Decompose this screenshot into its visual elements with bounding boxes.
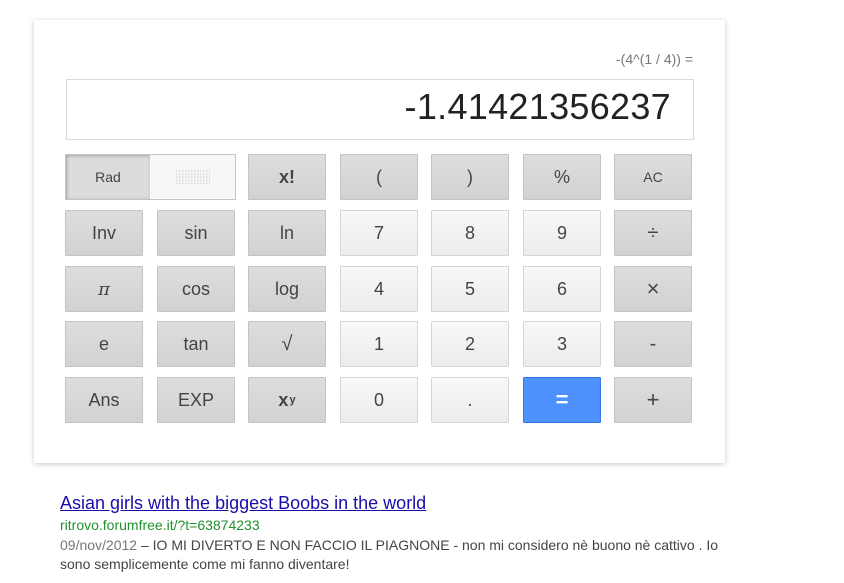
- open-paren-button[interactable]: (: [340, 154, 418, 200]
- decimal-button[interactable]: .: [431, 377, 509, 423]
- divide-button[interactable]: ÷: [614, 210, 692, 256]
- result-snippet: 09/nov/2012 – IO MI DIVERTO E NON FACCIO…: [60, 536, 720, 574]
- e-button[interactable]: e: [65, 321, 143, 367]
- digit-6-button[interactable]: 6: [523, 266, 601, 312]
- search-result: Asian girls with the biggest Boobs in th…: [60, 492, 720, 574]
- cos-button[interactable]: cos: [157, 266, 235, 312]
- all-clear-button[interactable]: AC: [614, 154, 692, 200]
- exp-button[interactable]: EXP: [157, 377, 235, 423]
- factorial-button[interactable]: x!: [248, 154, 326, 200]
- inv-button[interactable]: Inv: [65, 210, 143, 256]
- log-button[interactable]: log: [248, 266, 326, 312]
- digit-8-button[interactable]: 8: [431, 210, 509, 256]
- digit-2-button[interactable]: 2: [431, 321, 509, 367]
- angle-mode-toggle[interactable]: Rad: [65, 154, 236, 200]
- calculator-display-value: -1.41421356237: [404, 86, 671, 127]
- percent-button[interactable]: %: [523, 154, 601, 200]
- sin-button[interactable]: sin: [157, 210, 235, 256]
- multiply-button[interactable]: ×: [614, 266, 692, 312]
- result-url: ritrovo.forumfree.it/?t=63874233: [60, 517, 260, 533]
- deg-mode-button[interactable]: [150, 155, 235, 199]
- result-title-link[interactable]: Asian girls with the biggest Boobs in th…: [60, 492, 720, 514]
- digit-0-button[interactable]: 0: [340, 377, 418, 423]
- digit-5-button[interactable]: 5: [431, 266, 509, 312]
- power-button[interactable]: xy: [248, 377, 326, 423]
- ln-button[interactable]: ln: [248, 210, 326, 256]
- power-base-label: x: [278, 389, 289, 410]
- calculator-display: -1.41421356237: [66, 79, 694, 140]
- ans-button[interactable]: Ans: [65, 377, 143, 423]
- calculator-expression: -(4^(1 / 4)) =: [616, 51, 693, 67]
- power-exponent-label: y: [289, 394, 296, 406]
- digit-3-button[interactable]: 3: [523, 321, 601, 367]
- deg-mode-placeholder: [175, 169, 210, 185]
- close-paren-button[interactable]: ): [431, 154, 509, 200]
- result-snippet-text: – IO MI DIVERTO E NON FACCIO IL PIAGNONE…: [60, 537, 719, 572]
- calculator-card: -(4^(1 / 4)) = -1.41421356237 Rad x! ( )…: [34, 20, 725, 463]
- result-date: 09/nov/2012: [60, 537, 138, 553]
- plus-button[interactable]: +: [614, 377, 692, 423]
- pi-button[interactable]: π: [65, 266, 143, 312]
- digit-1-button[interactable]: 1: [340, 321, 418, 367]
- sqrt-button[interactable]: √: [248, 321, 326, 367]
- minus-button[interactable]: -: [614, 321, 692, 367]
- equals-button[interactable]: =: [523, 377, 601, 423]
- digit-9-button[interactable]: 9: [523, 210, 601, 256]
- digit-4-button[interactable]: 4: [340, 266, 418, 312]
- rad-mode-button[interactable]: Rad: [66, 155, 150, 199]
- digit-7-button[interactable]: 7: [340, 210, 418, 256]
- tan-button[interactable]: tan: [157, 321, 235, 367]
